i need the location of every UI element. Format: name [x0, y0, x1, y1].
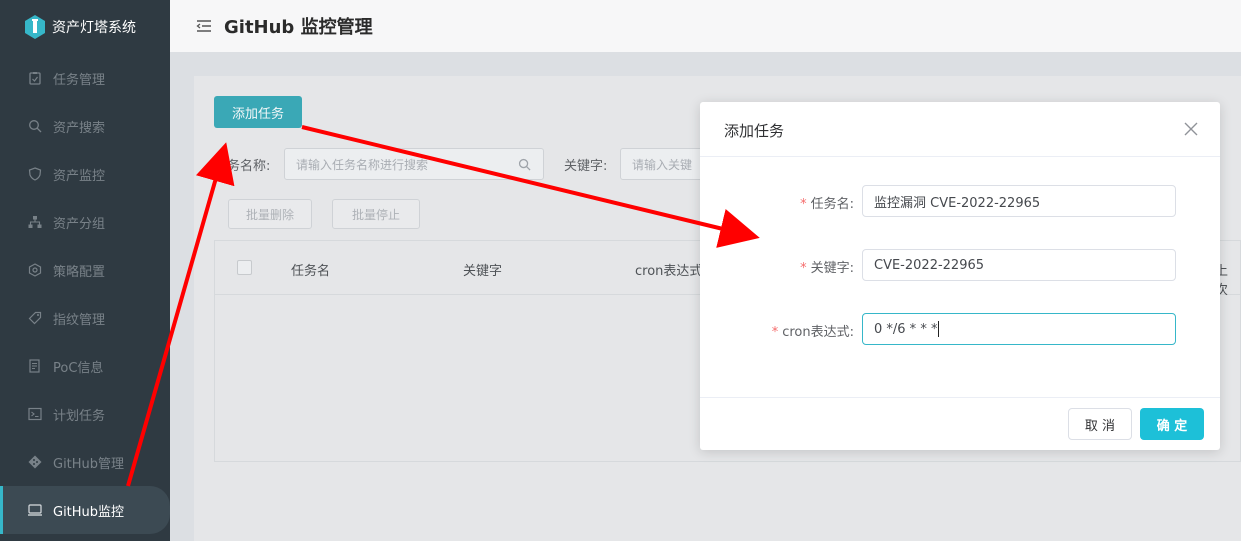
- sidebar-menu: 任务管理 资产搜索 资产监控 资产分组 策略配置 指纹管理 PoC信息 计划任务…: [0, 54, 170, 486]
- field-label-text: cron表达式:: [782, 325, 854, 340]
- required-mark: *: [800, 197, 807, 212]
- search-icon: [28, 119, 42, 133]
- dialog-footer-divider: [700, 397, 1220, 398]
- sidebar-item-task-management[interactable]: 任务管理: [0, 54, 170, 102]
- sidebar-item-asset-monitor[interactable]: 资产监控: [0, 150, 170, 198]
- keyword-placeholder: 请输入关键: [632, 157, 693, 172]
- close-icon[interactable]: [1184, 122, 1198, 136]
- cron-value: 0 */6 * * *: [874, 321, 938, 337]
- add-task-button[interactable]: 添加任务: [214, 96, 302, 128]
- batch-delete-button[interactable]: 批量删除: [228, 199, 312, 229]
- search-icon[interactable]: [518, 158, 531, 171]
- sidebar-item-label: 策略配置: [53, 264, 106, 280]
- sidebar-item-label: 资产监控: [53, 168, 106, 184]
- terminal-icon: [28, 407, 42, 421]
- column-header-keyword: 关键字: [463, 264, 503, 279]
- keyword-label: 关键字:: [564, 159, 608, 174]
- required-mark: *: [771, 325, 779, 340]
- document-icon: [28, 359, 42, 373]
- shield-icon: [28, 167, 42, 181]
- task-name-placeholder: 请输入任务名称进行搜索: [296, 157, 429, 172]
- cancel-button[interactable]: 取 消: [1068, 408, 1132, 440]
- column-header-task-name: 任务名: [291, 264, 331, 279]
- sidebar-item-label: 资产搜索: [53, 120, 106, 136]
- add-task-dialog: 添加任务 * 任务名: 监控漏洞 CVE-2022-22965 * 关键字: CVE…: [700, 102, 1220, 450]
- sidebar-item-label: 计划任务: [53, 408, 106, 424]
- task-name-search-input[interactable]: 请输入任务名称进行搜索: [284, 148, 544, 180]
- task-name-field-label: * 任务名:: [800, 193, 854, 212]
- page-header: GitHub 监控管理: [170, 0, 1241, 52]
- task-name-label: 任务名称:: [214, 159, 271, 174]
- cron-field-label: * cron表达式:: [772, 321, 854, 340]
- page-title: GitHub 监控管理: [224, 17, 373, 38]
- tag-icon: [28, 311, 42, 325]
- sidebar: 资产灯塔系统 任务管理 资产搜索 资产监控 资产分组 策略配置 指纹管理 PoC…: [0, 0, 170, 541]
- sidebar-item-poc-info[interactable]: PoC信息: [0, 342, 170, 390]
- clipboard-icon: [28, 71, 42, 85]
- sidebar-item-label: 指纹管理: [53, 312, 106, 328]
- cron-expression-field[interactable]: 0 */6 * * *: [862, 313, 1176, 345]
- sidebar-item-strategy-config[interactable]: 策略配置: [0, 246, 170, 294]
- select-all-checkbox[interactable]: [237, 260, 252, 275]
- required-mark: *: [800, 261, 807, 276]
- dialog-header-divider: [700, 156, 1220, 157]
- text-cursor: [938, 321, 940, 337]
- keyword-field-label: * 关键字:: [800, 257, 854, 276]
- app-name: 资产灯塔系统: [52, 20, 136, 36]
- git-icon: [28, 455, 42, 469]
- lighthouse-logo-icon: [25, 15, 45, 39]
- sidebar-item-label: GitHub监控: [53, 504, 125, 520]
- sidebar-item-github-management[interactable]: GitHub管理: [0, 438, 170, 486]
- field-label-text: 关键字:: [810, 261, 854, 276]
- app-logo[interactable]: 资产灯塔系统: [0, 0, 170, 54]
- sidebar-item-scheduled-task[interactable]: 计划任务: [0, 390, 170, 438]
- sidebar-item-asset-group[interactable]: 资产分组: [0, 198, 170, 246]
- sidebar-item-github-monitor[interactable]: GitHub监控: [0, 486, 170, 534]
- sidebar-item-label: PoC信息: [53, 360, 104, 376]
- sidebar-item-fingerprint-management[interactable]: 指纹管理: [0, 294, 170, 342]
- keyword-value: CVE-2022-22965: [874, 257, 985, 273]
- column-header-cron: cron表达式: [635, 264, 703, 279]
- sidebar-item-label: GitHub管理: [53, 456, 125, 472]
- confirm-button[interactable]: 确 定: [1140, 408, 1204, 440]
- keyword-field[interactable]: CVE-2022-22965: [862, 249, 1176, 281]
- monitor-icon: [28, 503, 42, 517]
- settings-icon: [28, 263, 42, 277]
- keyword-search-input[interactable]: 请输入关键: [620, 148, 710, 180]
- dialog-title: 添加任务: [724, 122, 785, 140]
- menu-fold-icon[interactable]: [196, 19, 212, 33]
- sidebar-item-asset-search[interactable]: 资产搜索: [0, 102, 170, 150]
- field-label-text: 任务名:: [810, 197, 854, 212]
- sidebar-item-label: 资产分组: [53, 216, 106, 232]
- task-name-field[interactable]: 监控漏洞 CVE-2022-22965: [862, 185, 1176, 217]
- sitemap-icon: [28, 215, 42, 229]
- task-name-value: 监控漏洞 CVE-2022-22965: [874, 195, 1041, 211]
- sidebar-item-label: 任务管理: [53, 72, 106, 88]
- batch-stop-button[interactable]: 批量停止: [332, 199, 420, 229]
